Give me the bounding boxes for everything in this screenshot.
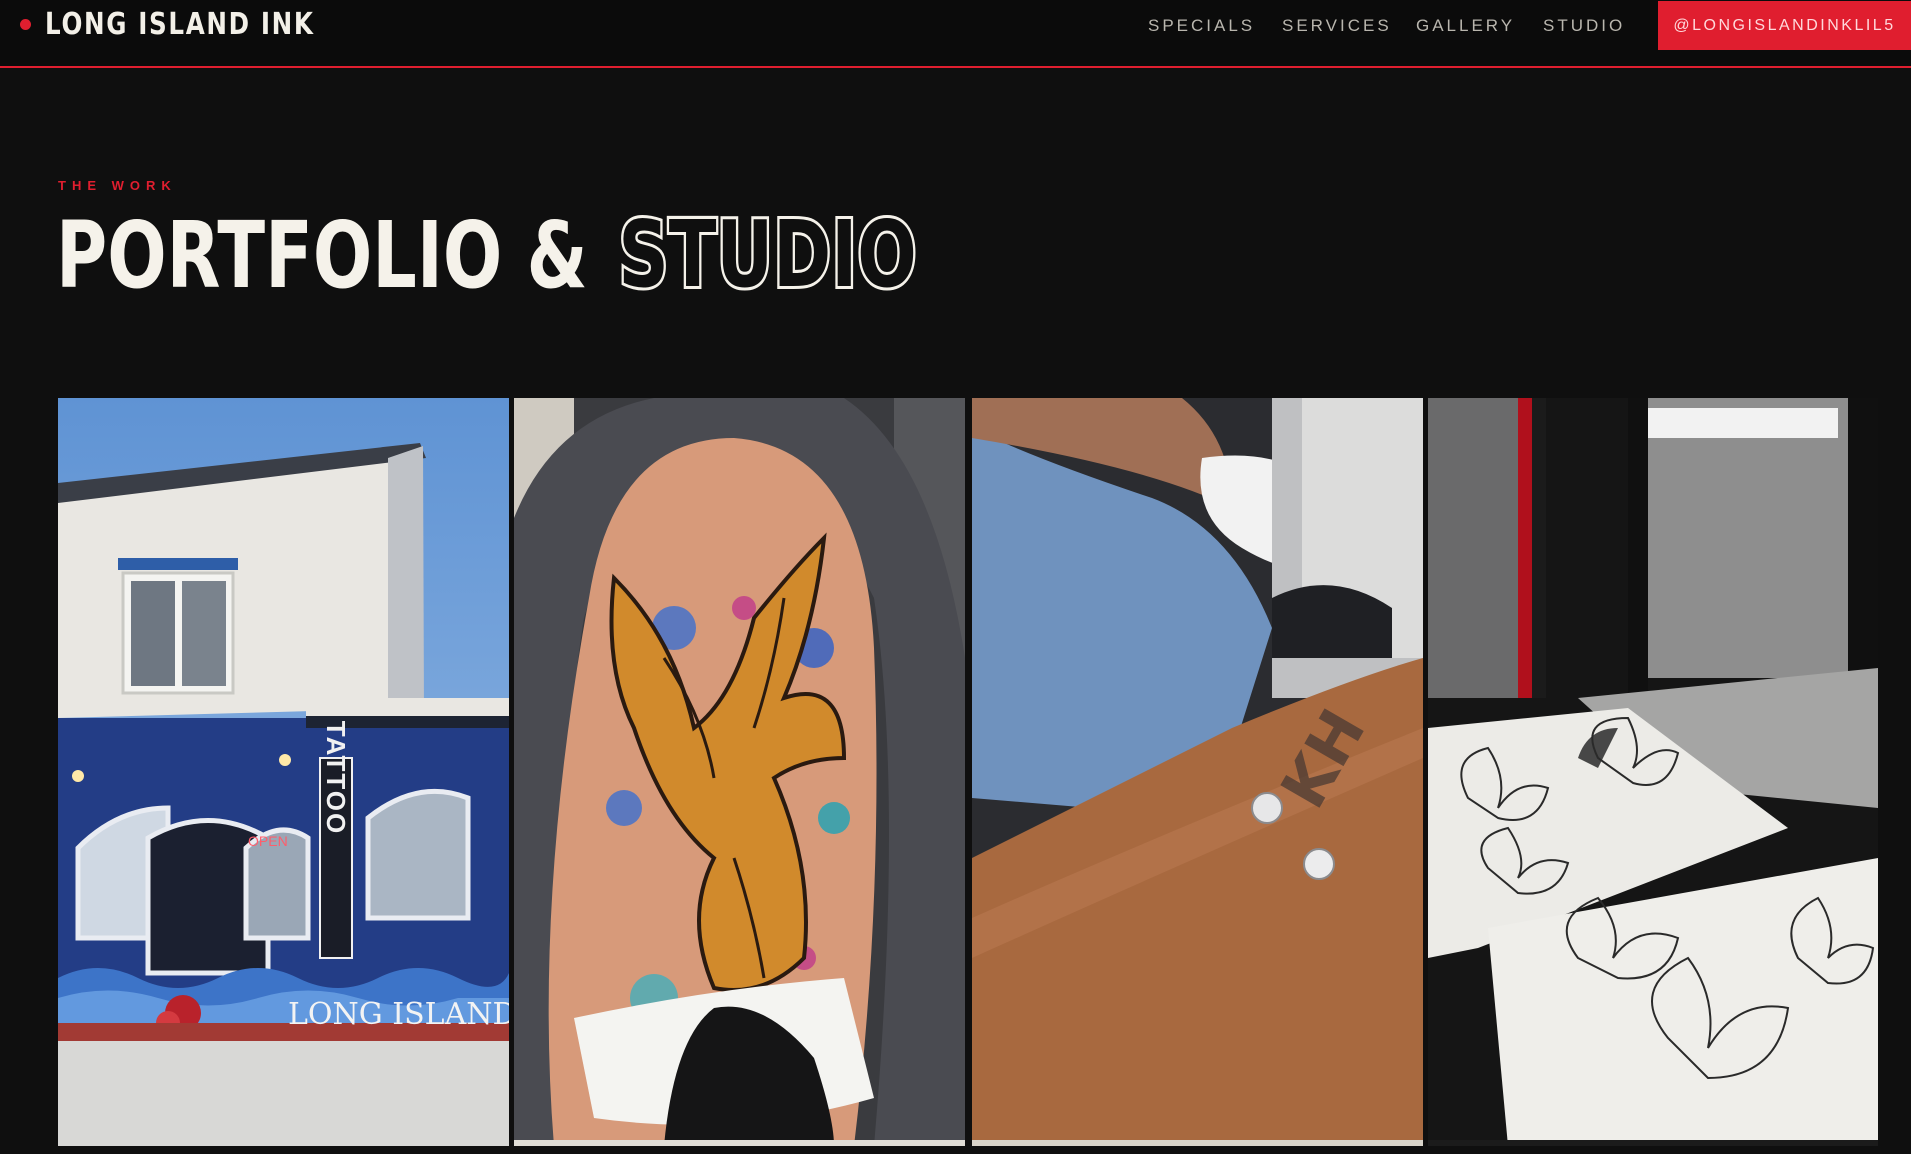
- storefront-mural-text: LONG ISLAND IN: [288, 997, 509, 1032]
- butterfly-flash-photo: [1428, 398, 1878, 1146]
- dermal-piercing-photo: KH: [972, 398, 1423, 1146]
- instagram-handle-button[interactable]: @LONGISLANDINKLIL5: [1658, 1, 1911, 50]
- portfolio-gallery: TATTOO OPEN LONG ISLAND IN: [58, 398, 1878, 1154]
- section-title-outline-text: STUDIO: [618, 202, 916, 309]
- gallery-tile-storefront[interactable]: TATTOO OPEN LONG ISLAND IN: [58, 398, 509, 1146]
- nav-link-specials[interactable]: SPECIALS: [1148, 14, 1255, 38]
- gallery-tile-dermal-piercing[interactable]: KH: [972, 398, 1423, 1146]
- section-eyebrow: THE WORK: [58, 178, 177, 193]
- storefront-photo: TATTOO OPEN LONG ISLAND IN: [58, 398, 509, 1146]
- storefront-tattoo-sign: TATTOO: [321, 721, 351, 836]
- nav-link-gallery[interactable]: GALLERY: [1416, 14, 1515, 38]
- outline-text-graphic: STUDIO: [615, 199, 918, 311]
- nav-link-studio[interactable]: STUDIO: [1543, 14, 1625, 38]
- nav-link-services[interactable]: SERVICES: [1282, 14, 1392, 38]
- gallery-tile-butterfly-flash[interactable]: [1428, 398, 1878, 1146]
- brand-logo[interactable]: LONG ISLAND INK: [20, 4, 374, 44]
- section-title-solid: PORTFOLIO &: [56, 202, 588, 309]
- top-nav: LONG ISLAND INK SPECIALS SERVICES GALLER…: [0, 0, 1911, 68]
- brand-name: LONG ISLAND INK: [45, 6, 315, 42]
- brand-dot-icon: [20, 18, 31, 30]
- section-title: PORTFOLIO & STUDIO STUDIO: [56, 199, 935, 311]
- section-title-outline: STUDIO STUDIO: [612, 199, 935, 311]
- storefront-open-sign: OPEN: [248, 833, 288, 849]
- phoenix-tattoo-photo: [514, 398, 965, 1146]
- gallery-tile-phoenix-tattoo[interactable]: [514, 398, 965, 1146]
